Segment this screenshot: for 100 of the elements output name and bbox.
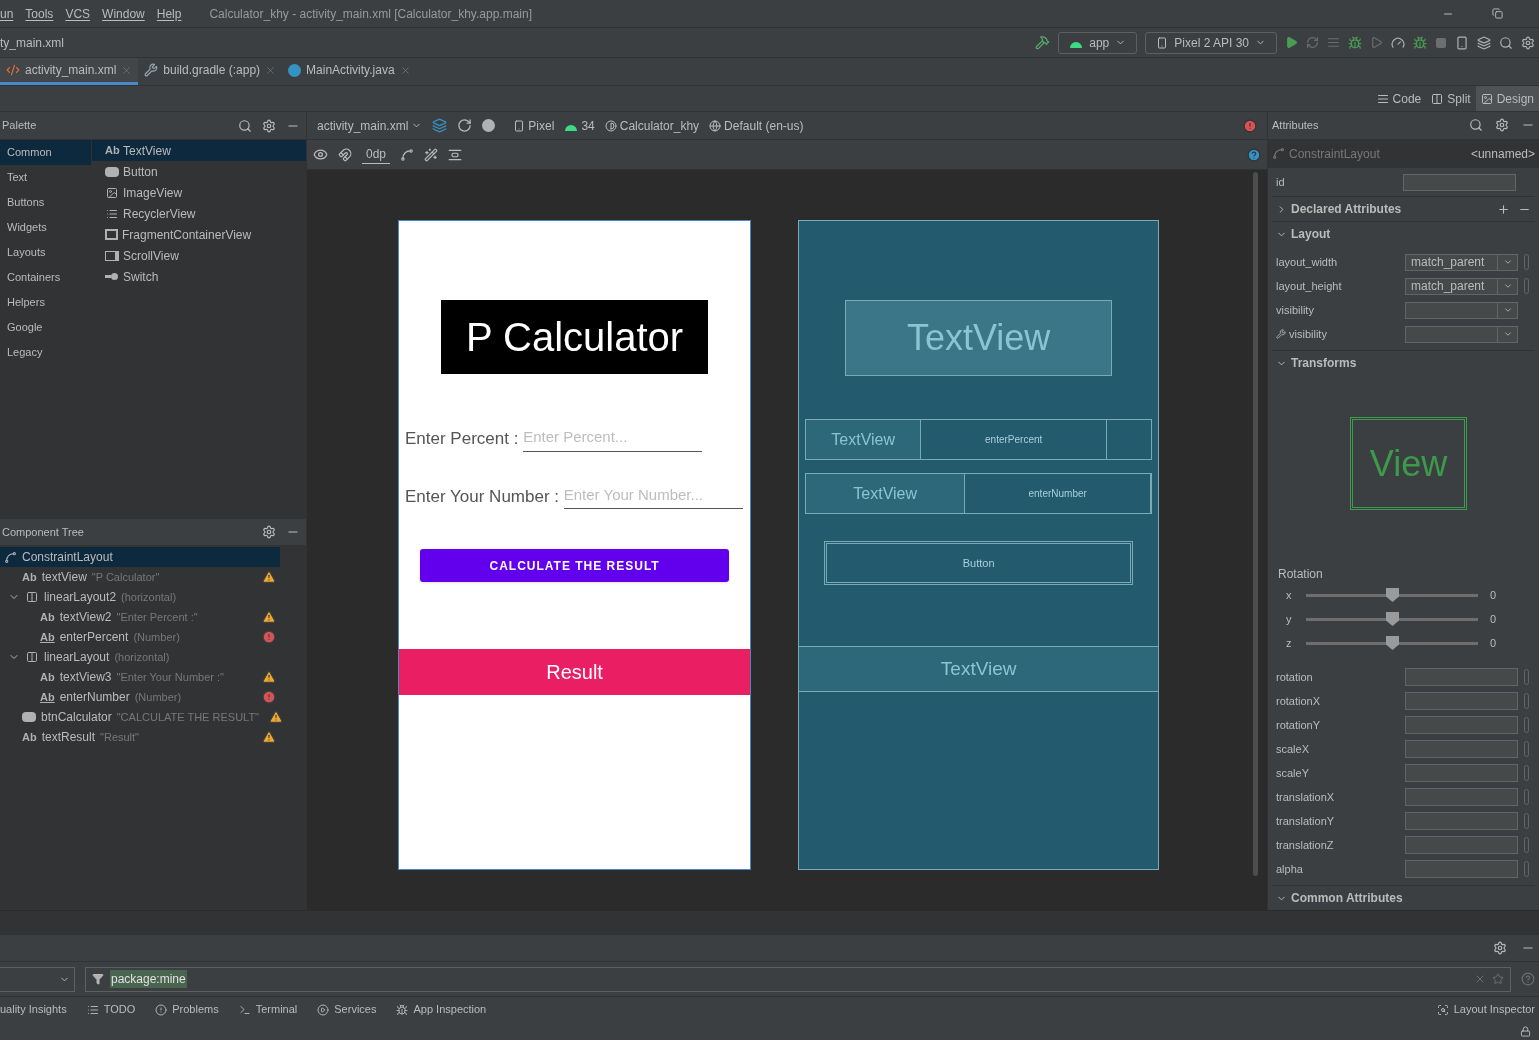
tool-window-tab[interactable]: Services	[317, 1001, 377, 1018]
palette-item[interactable]: Ab TextView	[92, 140, 306, 161]
api-select[interactable]: 34	[564, 116, 595, 135]
tool-window-tab[interactable]: Layout Inspector	[1436, 1001, 1535, 1018]
view-mode-tab[interactable]: Code	[1371, 86, 1427, 111]
add-icon[interactable]	[1497, 202, 1510, 216]
device-select[interactable]: Pixel	[513, 116, 555, 135]
tree-item[interactable]: Ab textView "P Calculator"	[0, 567, 280, 587]
scrollbar-thumb[interactable]	[1253, 172, 1258, 876]
warning-icon[interactable]	[269, 710, 283, 724]
settings-icon[interactable]	[262, 118, 276, 133]
clear-constraints-icon[interactable]	[400, 147, 415, 162]
view-options-icon[interactable]	[313, 147, 328, 162]
coverage-icon[interactable]	[1370, 36, 1383, 49]
theme-select[interactable]: Calculator_khy	[604, 116, 700, 135]
file-tab[interactable]: build.gradle (:app)	[138, 58, 283, 85]
id-field[interactable]	[1403, 173, 1516, 191]
attribute-field[interactable]	[1405, 788, 1518, 806]
palette-category[interactable]: Buttons	[0, 190, 91, 215]
search-icon[interactable]	[238, 118, 252, 133]
slider-thumb[interactable]	[1386, 612, 1399, 626]
attribute-field[interactable]	[1405, 668, 1518, 686]
tool-window-tab[interactable]: Problems	[155, 1001, 219, 1018]
warning-icon[interactable]	[262, 570, 276, 584]
logcat-filter-field[interactable]: package:mine	[85, 966, 1511, 992]
attribute-field[interactable]	[1405, 860, 1518, 878]
sdk-manager-icon[interactable]	[1477, 35, 1491, 50]
palette-category[interactable]: Widgets	[0, 215, 91, 240]
restore-icon[interactable]	[1492, 8, 1503, 19]
attach-debugger-icon[interactable]	[1413, 35, 1427, 50]
palette-category[interactable]: Legacy	[0, 340, 91, 365]
error-icon[interactable]	[262, 630, 276, 644]
build-icon[interactable]	[1035, 35, 1051, 50]
error-icon[interactable]	[1243, 118, 1257, 133]
warning-icon[interactable]	[262, 730, 276, 744]
apply-changes-icon[interactable]	[1306, 36, 1319, 49]
search-icon[interactable]	[1499, 35, 1513, 50]
autoconnect-icon[interactable]	[338, 147, 352, 162]
guidelines-icon[interactable]	[448, 147, 463, 162]
rotation-slider[interactable]	[1306, 636, 1478, 650]
attribute-field[interactable]	[1405, 716, 1518, 734]
default-margin-field[interactable]: 0dp	[362, 145, 391, 164]
tree-item[interactable]: Ab textResult "Result"	[0, 727, 280, 747]
tool-window-tab[interactable]: uality Insights	[0, 1001, 67, 1018]
attribute-field[interactable]	[1405, 740, 1518, 758]
tool-window-tab[interactable]: TODO	[86, 1001, 136, 1018]
stop-icon[interactable]	[1435, 36, 1447, 49]
file-dropdown[interactable]: activity_main.xml	[317, 116, 423, 135]
tree-item[interactable]: linearLayout (horizontal)	[0, 647, 280, 667]
attribute-field[interactable]	[1405, 836, 1518, 854]
warning-icon[interactable]	[262, 610, 276, 624]
attribute-field[interactable]	[1405, 812, 1518, 830]
tree-item[interactable]: Ab textView2 "Enter Percent :"	[0, 607, 280, 627]
file-tab[interactable]: MainActivity.java	[282, 58, 417, 85]
palette-item[interactable]: ImageView	[92, 182, 306, 203]
palette-category[interactable]: Text	[0, 165, 91, 190]
palette-item[interactable]: RecyclerView	[92, 203, 306, 224]
tree-item[interactable]: Ab textView3 "Enter Your Number :"	[0, 667, 280, 687]
rotation-slider[interactable]	[1306, 588, 1478, 602]
tree-item[interactable]: Ab enterPercent (Number)	[0, 627, 280, 647]
layers-icon[interactable]	[432, 118, 448, 133]
attribute-field[interactable]	[1405, 764, 1518, 782]
palette-category[interactable]: Common	[0, 140, 91, 165]
settings-icon[interactable]	[1521, 35, 1535, 50]
palette-category[interactable]: Containers	[0, 265, 91, 290]
apply-code-icon[interactable]	[1327, 36, 1340, 49]
palette-category[interactable]: Helpers	[0, 290, 91, 315]
search-icon[interactable]	[1469, 118, 1483, 133]
close-icon[interactable]	[399, 64, 411, 76]
help-icon[interactable]	[1521, 972, 1535, 986]
menu-item[interactable]: un	[0, 4, 20, 23]
tree-item[interactable]: btnCalculator "CALCULATE THE RESULT"	[0, 707, 280, 727]
profile-icon[interactable]	[1391, 35, 1405, 50]
help-icon[interactable]	[1247, 147, 1261, 162]
view-mode-tab[interactable]: Split	[1426, 86, 1476, 111]
tree-item[interactable]: ConstraintLayout	[0, 547, 280, 567]
attribute-field[interactable]	[1405, 692, 1518, 710]
view-mode-tab[interactable]: Design	[1475, 86, 1539, 111]
palette-category[interactable]: Layouts	[0, 240, 91, 265]
tool-window-tab[interactable]: Terminal	[238, 1001, 298, 1018]
tool-window-tab[interactable]: App Inspection	[396, 1001, 487, 1018]
close-icon[interactable]	[121, 64, 133, 76]
attribute-dropdown[interactable]: match_parent	[1405, 277, 1518, 295]
slider-thumb[interactable]	[1386, 588, 1399, 602]
settings-icon[interactable]	[262, 525, 276, 539]
attribute-dropdown[interactable]: match_parent	[1405, 253, 1518, 271]
locale-select[interactable]: Default (en-us)	[709, 116, 804, 135]
process-dropdown[interactable]	[0, 966, 75, 992]
favorite-icon[interactable]	[1492, 973, 1504, 985]
settings-icon[interactable]	[1495, 118, 1509, 133]
calculate-button[interactable]: CALCULATE THE RESULT	[420, 549, 730, 582]
run-icon[interactable]	[1285, 36, 1298, 49]
menu-item[interactable]: VCS	[59, 4, 97, 23]
tree-item[interactable]: linearLayout2 (horizontal)	[0, 587, 280, 607]
palette-item[interactable]: FragmentContainerView	[92, 224, 306, 245]
slider-thumb[interactable]	[1386, 636, 1399, 650]
clear-icon[interactable]	[1474, 973, 1486, 985]
night-mode-icon[interactable]	[482, 119, 496, 132]
attribute-dropdown[interactable]	[1405, 325, 1518, 343]
lock-icon[interactable]	[1520, 1025, 1531, 1037]
